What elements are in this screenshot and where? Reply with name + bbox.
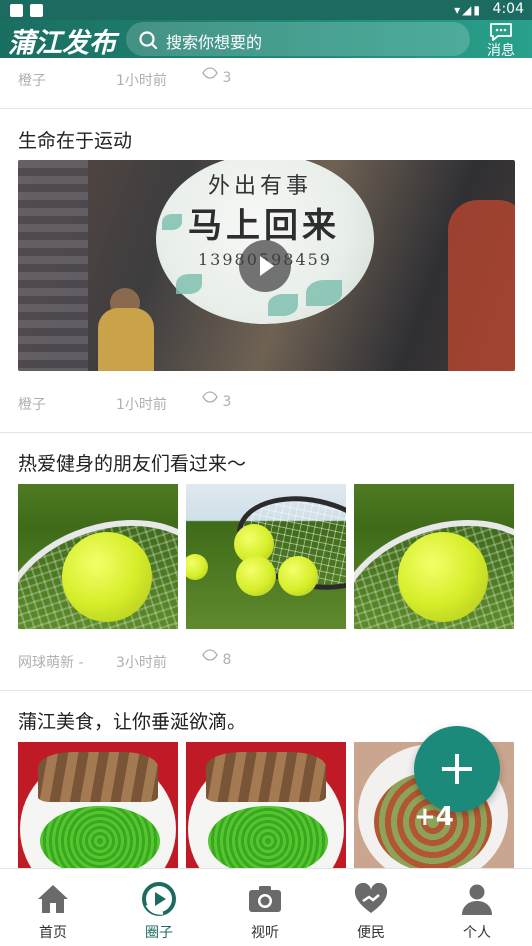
camera-icon bbox=[247, 881, 283, 917]
views-count: 3 bbox=[222, 70, 232, 86]
person-icon bbox=[459, 881, 495, 917]
post-image[interactable] bbox=[354, 484, 514, 629]
post-time: 1小时前 bbox=[116, 73, 167, 89]
leaf-decoration bbox=[268, 294, 298, 316]
home-icon bbox=[35, 881, 71, 917]
views-count: 8 bbox=[222, 652, 232, 668]
divider bbox=[0, 432, 532, 433]
heart-icon bbox=[353, 881, 389, 917]
search-placeholder: 搜索你想要的 bbox=[166, 33, 263, 52]
tab-label: 首页 bbox=[39, 925, 67, 941]
status-bar: ▾◢▮ 4:04 bbox=[0, 0, 532, 20]
leaf-decoration bbox=[306, 280, 342, 306]
post-time: 1小时前 bbox=[116, 397, 167, 413]
post-time: 3小时前 bbox=[116, 655, 167, 671]
sign-line: 外出有事 bbox=[208, 174, 313, 199]
search-icon bbox=[138, 30, 158, 54]
post-image[interactable] bbox=[186, 484, 346, 629]
tab-label: 视听 bbox=[251, 925, 279, 941]
post-image[interactable] bbox=[186, 742, 346, 868]
status-time: 4:04 bbox=[492, 1, 524, 17]
add-post-button[interactable] bbox=[414, 726, 500, 812]
food-duck bbox=[206, 752, 326, 802]
post-title[interactable]: 热爱健身的朋友们看过来～ bbox=[18, 449, 246, 476]
eye-icon bbox=[202, 67, 218, 79]
post-image[interactable] bbox=[18, 484, 178, 629]
tab-label: 个人 bbox=[463, 925, 491, 941]
eye-icon bbox=[202, 649, 218, 661]
video-frame-figure bbox=[98, 308, 154, 371]
post-author[interactable]: 网球萌新 - bbox=[18, 652, 84, 672]
post-image[interactable] bbox=[18, 742, 178, 868]
tennis-ball bbox=[236, 556, 276, 596]
tab-label: 便民 bbox=[357, 925, 385, 941]
notification-icon bbox=[30, 4, 43, 17]
eye-icon bbox=[202, 391, 218, 403]
signal-battery-icons: ▾◢▮ bbox=[454, 3, 482, 17]
post-title[interactable]: 蒲江美食，让你垂涎欲滴。 bbox=[18, 707, 246, 734]
post-title[interactable]: 生命在于运动 bbox=[18, 126, 132, 153]
tab-label: 圈子 bbox=[145, 925, 173, 941]
play-icon[interactable] bbox=[239, 240, 291, 292]
leaf-decoration bbox=[176, 274, 202, 294]
tab-services[interactable]: 便民 bbox=[318, 869, 424, 946]
food-noodles bbox=[40, 806, 160, 868]
video-frame-shelf bbox=[18, 160, 88, 371]
tennis-ball bbox=[186, 554, 208, 580]
notification-icon bbox=[10, 4, 23, 17]
divider bbox=[0, 690, 532, 691]
messages-label: 消息 bbox=[487, 43, 515, 59]
circle-play-icon bbox=[141, 881, 177, 917]
bottom-tab-bar: 首页 圈子 视听 便民 个人 bbox=[0, 868, 532, 946]
food-noodles bbox=[208, 806, 328, 868]
tab-home[interactable]: 首页 bbox=[0, 869, 106, 946]
divider bbox=[0, 108, 532, 109]
more-images-count[interactable]: +4 bbox=[414, 802, 454, 832]
app-logo: 蒲江发布 bbox=[8, 28, 116, 59]
tab-circle[interactable]: 圈子 bbox=[106, 869, 212, 946]
top-bar: 蒲江发布 搜索你想要的 消息 bbox=[0, 20, 532, 59]
tennis-ball bbox=[398, 532, 488, 622]
post-video[interactable]: 外出有事 马上回来 13980598459 bbox=[18, 160, 515, 371]
views-count: 3 bbox=[222, 394, 232, 410]
tennis-ball bbox=[62, 532, 152, 622]
post-author[interactable]: 橙子 bbox=[18, 70, 46, 90]
messages-button[interactable]: 消息 bbox=[478, 20, 524, 59]
post-views: 3 bbox=[202, 391, 232, 410]
post-views: 8 bbox=[202, 649, 232, 668]
post-author[interactable]: 橙子 bbox=[18, 394, 46, 414]
post-views: 3 bbox=[202, 67, 232, 86]
search-bar[interactable]: 搜索你想要的 bbox=[126, 22, 470, 56]
food-duck bbox=[38, 752, 158, 802]
tennis-ball bbox=[278, 556, 318, 596]
leaf-decoration bbox=[162, 214, 182, 230]
tab-profile[interactable]: 个人 bbox=[424, 869, 530, 946]
tab-media[interactable]: 视听 bbox=[212, 869, 318, 946]
video-frame-figure bbox=[448, 200, 515, 371]
